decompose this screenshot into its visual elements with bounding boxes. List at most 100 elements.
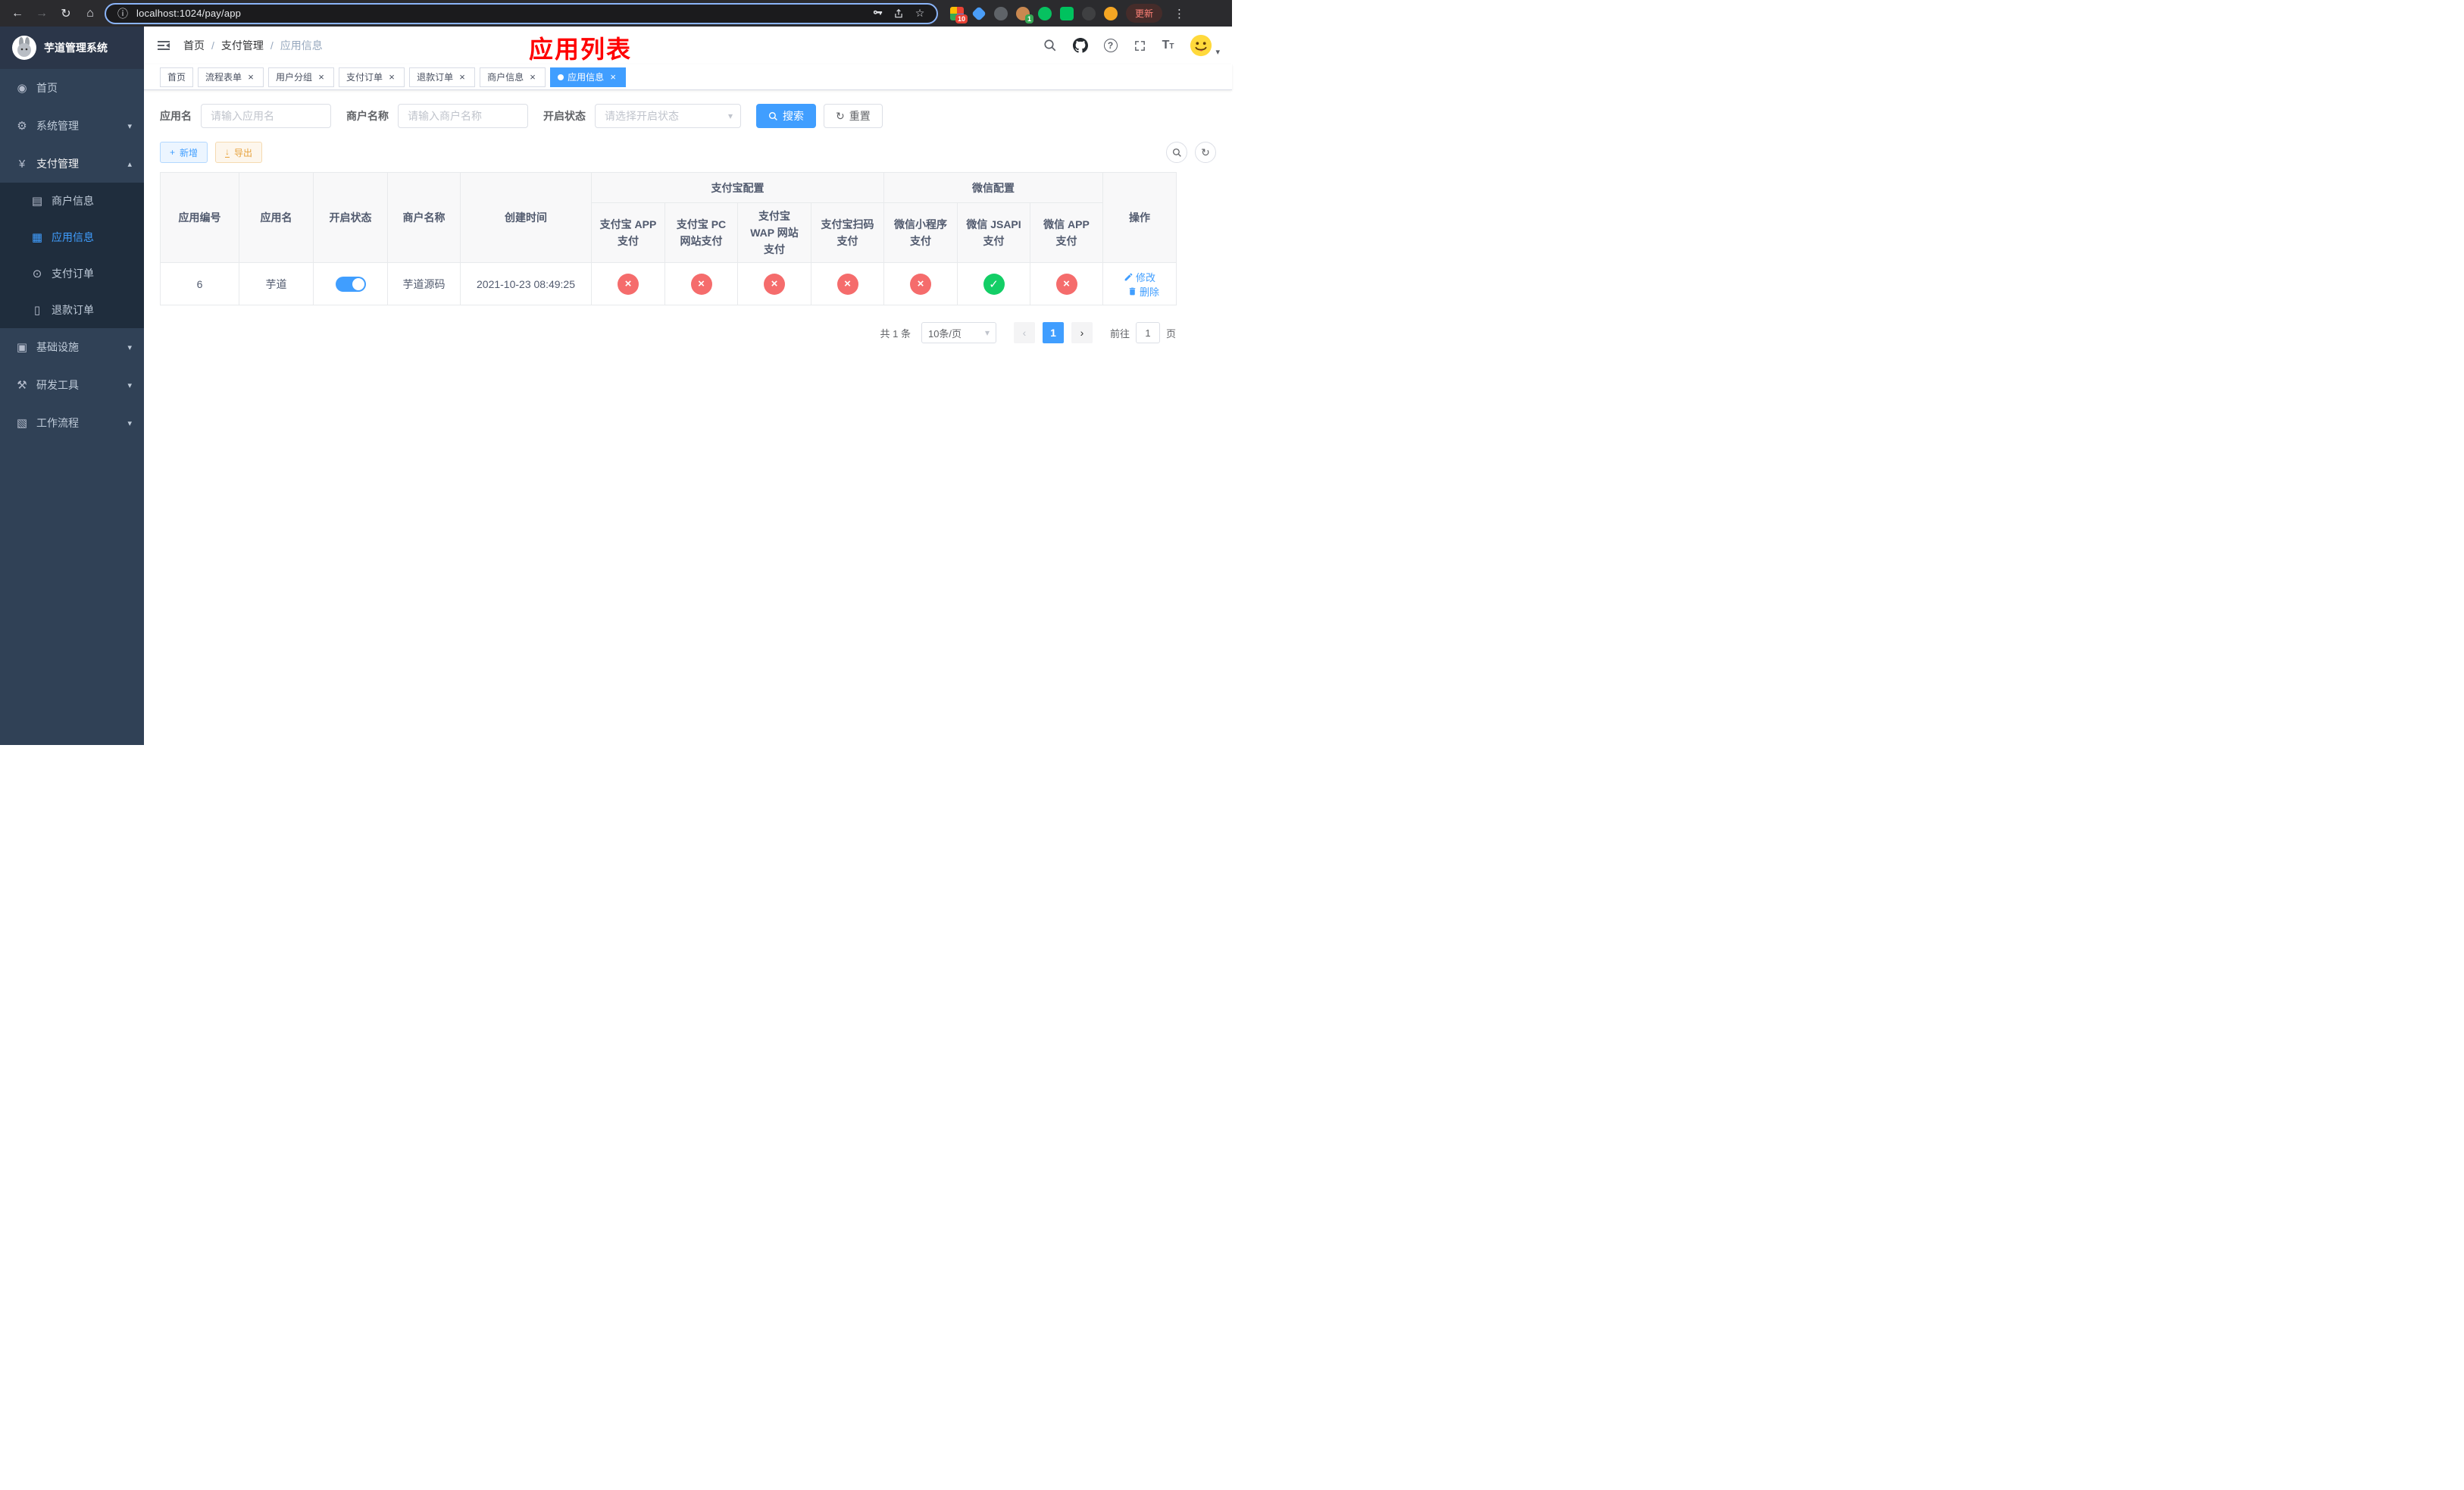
sidebar-item-dev-tools[interactable]: ⚒ 研发工具 ▾ — [0, 366, 144, 404]
col-header-name: 应用名 — [239, 172, 314, 263]
tab-pay-order[interactable]: 支付订单 × — [339, 67, 405, 87]
sidebar-item-label: 退款订单 — [52, 304, 94, 316]
extension-chat-icon[interactable] — [1060, 6, 1074, 20]
refresh-table-button[interactable]: ↻ — [1195, 142, 1216, 163]
status-select[interactable]: 请选择开启状态 ▾ — [595, 104, 741, 128]
cell-alipay-wap: × — [737, 262, 811, 305]
prev-page-button[interactable]: ‹ — [1013, 322, 1035, 343]
document-icon: ▯ — [33, 304, 41, 317]
sidebar-item-app-info[interactable]: ▦ 应用信息 — [0, 219, 144, 255]
sidebar-item-infra[interactable]: ▣ 基础设施 ▾ — [0, 328, 144, 366]
sidebar-item-payment[interactable]: ¥ 支付管理 ▴ — [0, 145, 144, 183]
browser-menu-icon[interactable]: ⋮ — [1171, 7, 1188, 20]
browser-home-icon[interactable]: ⌂ — [80, 4, 100, 23]
goto-page-input[interactable] — [1135, 322, 1160, 343]
site-info-icon[interactable]: ⓘ — [115, 6, 130, 21]
search-button[interactable]: 搜索 — [756, 104, 816, 128]
reset-button[interactable]: ↻ 重置 — [824, 104, 883, 128]
tab-process-form[interactable]: 流程表单 × — [198, 67, 264, 87]
group-header-alipay: 支付宝配置 — [591, 172, 884, 203]
status-toggle[interactable] — [335, 276, 366, 292]
sidebar-item-home[interactable]: ◉ 首页 — [0, 69, 144, 107]
chevron-up-icon: ▴ — [127, 159, 132, 169]
chevron-down-icon: ▾ — [127, 343, 132, 352]
col-header-wx-mini: 微信小程序支付 — [883, 202, 958, 263]
font-size-icon[interactable]: TT — [1162, 39, 1174, 52]
cell-alipay-pc: × — [664, 262, 738, 305]
github-icon[interactable] — [1072, 38, 1088, 53]
cell-alipay-qr: × — [811, 262, 884, 305]
col-header-wx-jsapi: 微信 JSAPI 支付 — [957, 202, 1030, 263]
sidebar-logo[interactable]: 芋道管理系统 — [0, 27, 144, 69]
plus-icon: + — [170, 147, 176, 158]
card-icon: ▤ — [31, 195, 43, 208]
tab-home[interactable]: 首页 — [160, 67, 194, 87]
breadcrumb-home[interactable]: 首页 — [183, 38, 205, 53]
trash-icon — [1129, 287, 1136, 295]
close-icon[interactable]: × — [245, 72, 256, 83]
tab-user-group[interactable]: 用户分组 × — [268, 67, 335, 87]
merchant-name-input[interactable] — [398, 104, 528, 128]
status-select-placeholder: 请选择开启状态 — [605, 110, 679, 122]
search-icon — [768, 111, 777, 121]
close-icon[interactable]: × — [527, 72, 538, 83]
app-name-input[interactable] — [201, 104, 331, 128]
breadcrumb-current: 应用信息 — [280, 39, 323, 52]
extension-blue-icon[interactable] — [971, 5, 987, 21]
app-title: 芋道管理系统 — [44, 42, 108, 54]
sidebar-item-refund-order[interactable]: ▯ 退款订单 — [0, 292, 144, 328]
close-icon[interactable]: × — [608, 72, 618, 83]
search-icon[interactable] — [1043, 39, 1057, 52]
fullscreen-icon[interactable] — [1134, 39, 1146, 52]
edit-button[interactable]: 修改 — [1124, 270, 1155, 284]
group-header-wechat: 微信配置 — [883, 172, 1104, 203]
toggle-search-button[interactable] — [1166, 142, 1187, 163]
sidebar-item-workflow[interactable]: ▧ 工作流程 ▾ — [0, 404, 144, 442]
breadcrumb: 首页 / 支付管理 / 应用信息 — [183, 38, 323, 53]
col-header-alipay-qr: 支付宝扫码支付 — [811, 202, 884, 263]
help-icon[interactable]: ? — [1103, 39, 1118, 52]
browser-forward-icon[interactable]: → — [32, 4, 52, 23]
table-toolbar: + 新增 ↓ 导出 ↻ — [160, 142, 1216, 163]
extension-avatar-icon[interactable]: 1 — [1016, 6, 1033, 23]
address-bar[interactable]: ⓘ localhost:1024/pay/app ☆ — [105, 2, 938, 24]
sidebar-item-merchant-info[interactable]: ▤ 商户信息 — [0, 183, 144, 219]
add-button[interactable]: + 新增 — [160, 142, 208, 163]
delete-button[interactable]: 删除 — [1127, 284, 1159, 299]
bookmark-star-icon[interactable]: ☆ — [912, 7, 927, 20]
close-icon[interactable]: × — [457, 72, 467, 83]
browser-back-icon[interactable]: ← — [8, 4, 27, 23]
next-page-button[interactable]: › — [1071, 322, 1093, 343]
browser-update-button[interactable]: 更新 — [1126, 4, 1163, 23]
export-button[interactable]: ↓ 导出 — [215, 142, 263, 163]
tab-refund-order[interactable]: 退款订单 × — [409, 67, 476, 87]
rabbit-logo-icon — [12, 36, 36, 60]
tab-app-info[interactable]: 应用信息 × — [550, 67, 627, 87]
page-1-button[interactable]: 1 — [1042, 322, 1064, 343]
status-label: 开启状态 — [543, 110, 586, 122]
refresh-icon: ↻ — [1201, 146, 1210, 158]
active-tab-dot — [558, 74, 564, 80]
cell-wx-jsapi: ✓ — [957, 262, 1030, 305]
tab-merchant-info[interactable]: 商户信息 × — [480, 67, 546, 87]
col-header-op: 操作 — [1102, 172, 1177, 263]
extension-dark-icon[interactable] — [1082, 6, 1096, 20]
sidebar-collapse-icon[interactable] — [156, 38, 171, 53]
sidebar-submenu-payment: ▤ 商户信息 ▦ 应用信息 ⊙ 支付订单 ▯ 退款订单 — [0, 183, 144, 328]
order-icon: ⊙ — [32, 268, 42, 280]
share-icon[interactable] — [891, 8, 906, 19]
sidebar-item-system[interactable]: ⚙ 系统管理 ▾ — [0, 107, 144, 145]
sidebar-item-label: 支付管理 — [36, 158, 79, 170]
sidebar-item-pay-order[interactable]: ⊙ 支付订单 — [0, 255, 144, 292]
close-icon[interactable]: × — [386, 72, 397, 83]
extension-face-icon[interactable] — [1104, 6, 1118, 20]
chevron-down-icon: ▾ — [727, 111, 733, 121]
page-size-select[interactable]: 10条/页 ▾ — [921, 322, 996, 343]
extension-wechat-icon[interactable] — [1038, 6, 1052, 20]
close-icon[interactable]: × — [316, 72, 327, 83]
browser-reload-icon[interactable]: ↻ — [56, 4, 76, 23]
password-key-icon[interactable] — [870, 8, 885, 19]
extension-globe-icon[interactable] — [994, 6, 1008, 20]
extension-grid-icon[interactable]: 10 — [950, 6, 968, 23]
user-avatar[interactable]: ▾ — [1190, 34, 1220, 57]
